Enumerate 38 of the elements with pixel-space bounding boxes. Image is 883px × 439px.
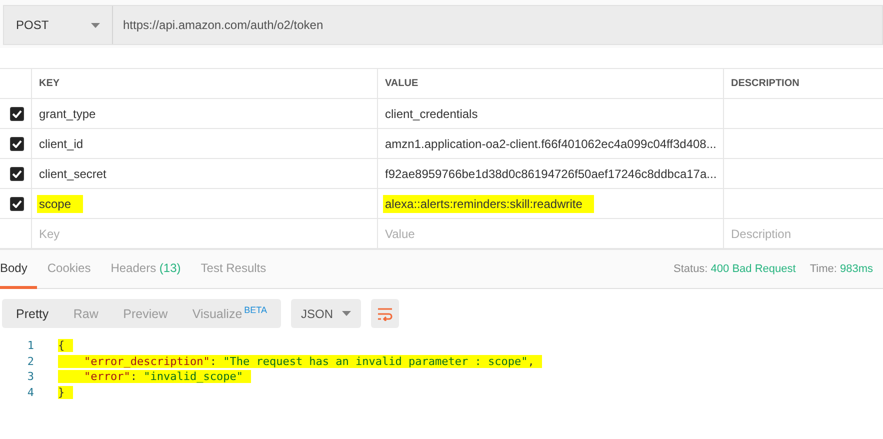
line-number: 4 xyxy=(26,386,35,399)
response-tab[interactable]: Headers (13) xyxy=(100,249,191,289)
response-tab[interactable]: Test Results xyxy=(190,249,276,289)
checkbox[interactable] xyxy=(10,166,24,180)
view-option[interactable]: Pretty xyxy=(16,306,49,320)
view-option[interactable]: Raw xyxy=(73,306,98,320)
caret-icon xyxy=(342,311,351,316)
column-header: VALUE xyxy=(385,78,418,89)
column-header: DESCRIPTION xyxy=(731,78,800,89)
checkbox[interactable] xyxy=(10,136,24,150)
view-option[interactable]: Preview xyxy=(123,306,168,320)
param-value: alexa::alerts:reminders:skill:readwrite xyxy=(385,196,594,210)
line-number: 1 xyxy=(26,339,35,352)
description-field[interactable]: Description xyxy=(731,226,792,240)
line-number: 2 xyxy=(26,354,35,368)
key-field[interactable]: Key xyxy=(39,226,60,240)
response-tab[interactable]: Cookies xyxy=(37,249,101,289)
checkbox[interactable] xyxy=(10,106,24,120)
param-key: grant_type xyxy=(39,106,96,120)
view-option[interactable]: Visualize $^{BETA}$ xyxy=(192,305,267,322)
format-dropdown[interactable]: JSON xyxy=(291,299,361,328)
param-key: client_id xyxy=(39,136,84,150)
value-field[interactable]: Value xyxy=(385,226,415,240)
status-text: Status: 400 Bad Request xyxy=(674,263,796,275)
param-value: f92ae8959766be1d38d0c86194726f50aef17246c8ddbca17a... xyxy=(385,166,717,180)
line-number: 3 xyxy=(26,370,35,384)
url-field[interactable]: https://api.amazon.com/auth/o2/token xyxy=(112,6,882,44)
param-value: amzn1.application-oa2-client.f66f401062ec4a099c04ff3d408... xyxy=(385,136,716,150)
caret-icon xyxy=(91,22,100,28)
param-value: client_credentials xyxy=(385,106,478,120)
checkbox[interactable] xyxy=(10,196,24,210)
wrap-icon xyxy=(377,306,393,320)
time-text: Time: 983ms xyxy=(810,263,873,275)
param-key: scope xyxy=(39,196,84,210)
response-tab[interactable]: Body xyxy=(0,249,38,289)
column-header: KEY xyxy=(39,78,60,89)
param-key: client_secret xyxy=(39,166,106,180)
wrap-button[interactable] xyxy=(371,299,399,328)
